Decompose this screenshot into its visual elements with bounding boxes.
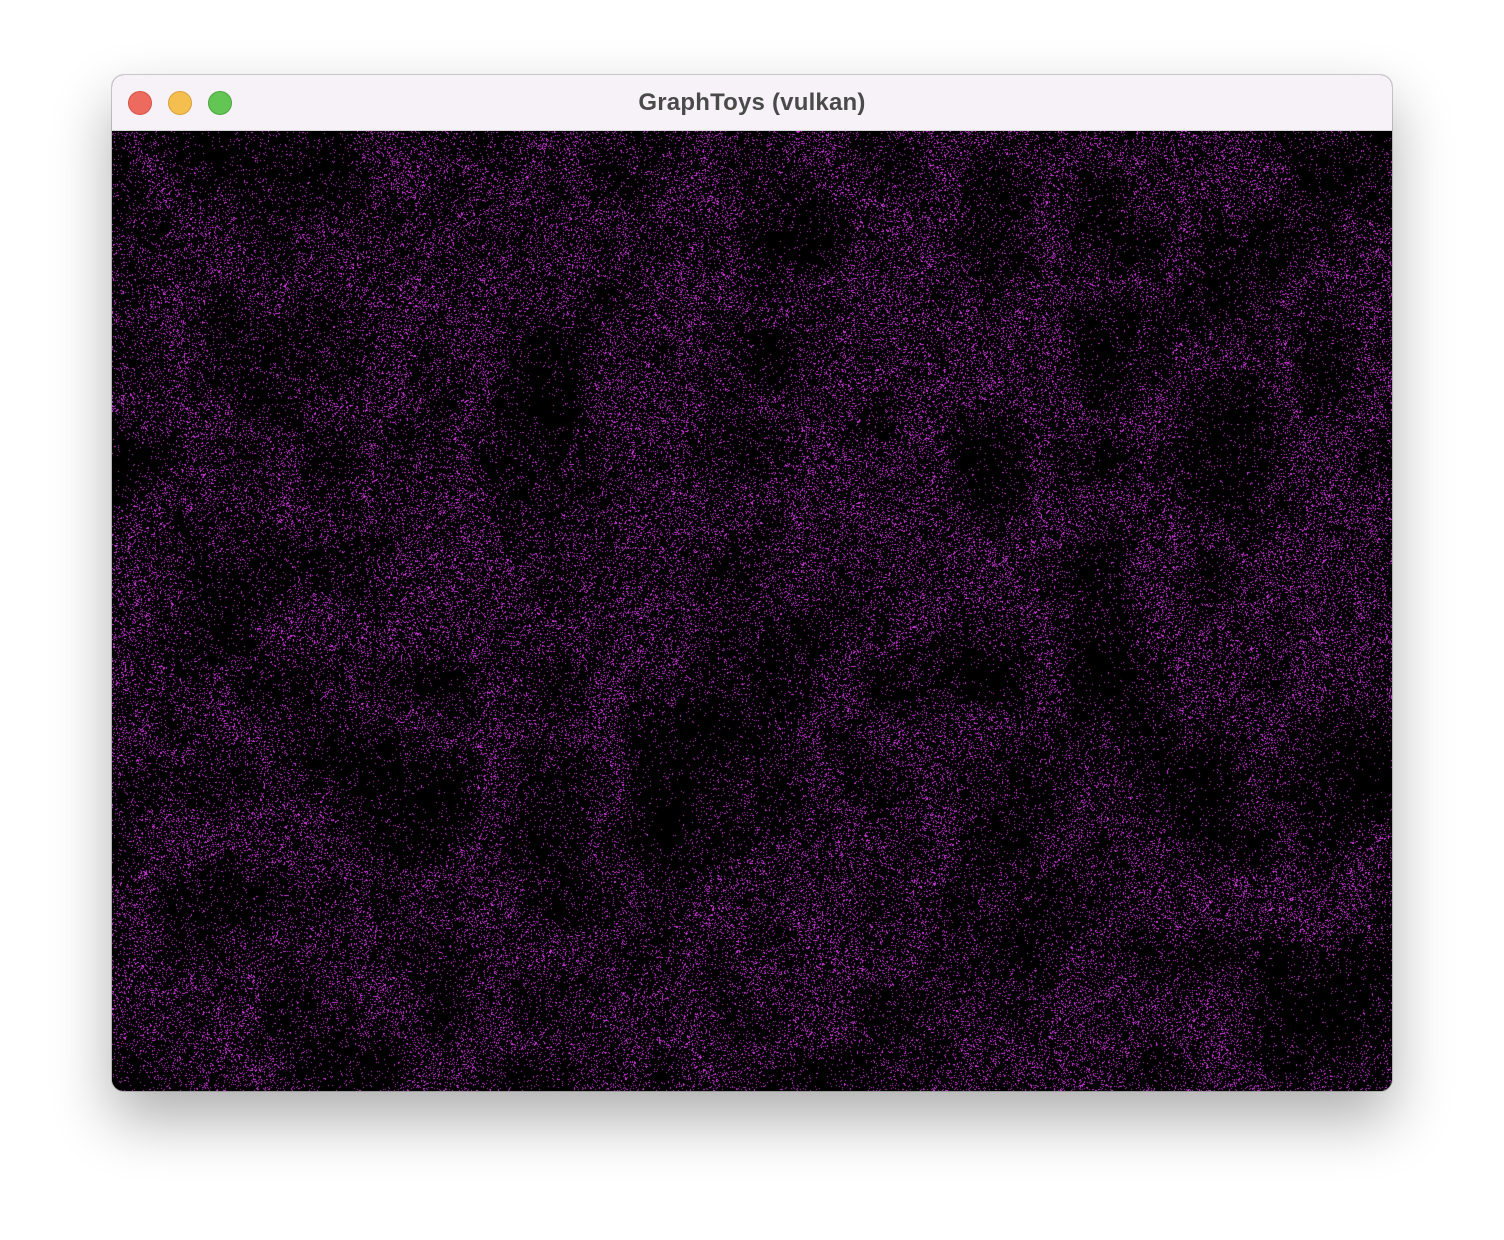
render-viewport[interactable] — [112, 131, 1392, 1091]
particle-canvas[interactable] — [112, 131, 1392, 1091]
title-bar[interactable]: GraphToys (vulkan) — [112, 75, 1392, 131]
window-title: GraphToys (vulkan) — [638, 89, 866, 116]
app-window: GraphToys (vulkan) — [112, 75, 1392, 1091]
